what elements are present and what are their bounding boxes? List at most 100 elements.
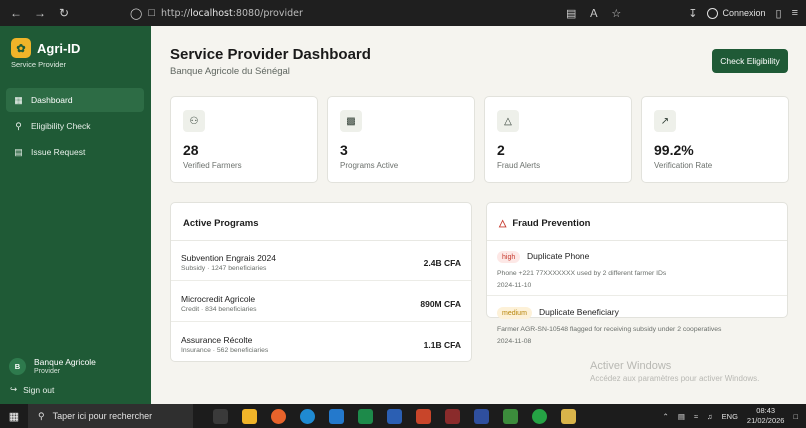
firefox-icon[interactable] bbox=[271, 408, 286, 424]
program-meta: Insurance · 562 beneficiaries bbox=[181, 347, 269, 354]
sign-out-link[interactable]: ↪ Sign out bbox=[10, 384, 54, 395]
fraud-alert-item[interactable]: medium Duplicate Beneficiary Farmer AGR-… bbox=[487, 297, 787, 352]
activation-watermark-title: Activer Windows bbox=[590, 360, 672, 372]
app-icon[interactable] bbox=[474, 408, 489, 424]
download-icon[interactable]: ↧ bbox=[688, 7, 697, 20]
program-amount: 890M CFA bbox=[420, 299, 461, 309]
program-row[interactable]: Microcredit Agricole Credit · 834 benefi… bbox=[171, 282, 471, 322]
user-profile: B Banque Agricole Provider bbox=[9, 357, 96, 375]
translate-icon[interactable]: Ａ bbox=[588, 5, 599, 21]
grid-icon: ▦ bbox=[14, 94, 23, 105]
stat-label: Verification Rate bbox=[654, 161, 713, 170]
sidebar-item-dashboard[interactable]: ▦ Dashboard bbox=[6, 88, 144, 112]
word-icon[interactable] bbox=[387, 408, 402, 424]
sidebar-nav: ▦ Dashboard ⚲ Eligibility Check ▤ Issue … bbox=[6, 88, 144, 166]
language-indicator[interactable]: ENG bbox=[722, 412, 738, 421]
search-icon: ⚲ bbox=[15, 120, 22, 131]
app-icon[interactable] bbox=[445, 408, 460, 424]
program-name: Microcredit Agricole bbox=[181, 294, 256, 304]
back-icon[interactable]: ← bbox=[4, 6, 28, 20]
severity-badge: high bbox=[497, 251, 521, 263]
pinned-apps bbox=[213, 408, 576, 424]
stat-label: Programs Active bbox=[340, 161, 399, 170]
chevron-up-icon[interactable]: ⌃ bbox=[663, 412, 669, 421]
program-row[interactable]: Subvention Engrais 2024 Subsidy · 1247 b… bbox=[171, 241, 471, 281]
fraud-date: 2024-11-08 bbox=[497, 338, 532, 345]
network-icon[interactable]: ▤ bbox=[678, 412, 685, 421]
user-role: Provider bbox=[34, 368, 61, 375]
program-amount: 1.1B CFA bbox=[423, 340, 461, 350]
stat-card-fraud-alerts: △ 2 Fraud Alerts bbox=[484, 96, 632, 183]
taskbar: ▦ ⚲ Taper ici pour rechercher ⌃ ▤ ≈ ♫ EN… bbox=[0, 404, 806, 428]
search-icon: ⚲ bbox=[38, 410, 45, 421]
app-icon[interactable] bbox=[503, 408, 518, 424]
clock[interactable]: 08:43 21/02/2026 bbox=[747, 406, 785, 426]
browser-toolbar: ← → ↻ ◯ □ http://localhost:8080/provider… bbox=[0, 0, 806, 26]
program-name: Subvention Engrais 2024 bbox=[181, 253, 276, 263]
extensions-icon[interactable]: ▯ bbox=[776, 7, 782, 20]
stat-card-verified-farmers: ⚇ 28 Verified Farmers bbox=[170, 96, 318, 183]
users-icon: ⚇ bbox=[183, 110, 205, 132]
wifi-icon[interactable]: ≈ bbox=[694, 412, 698, 421]
active-programs-panel: Active Programs Subvention Engrais 2024 … bbox=[170, 202, 472, 362]
panel-title: △ Fraud Prevention bbox=[499, 218, 591, 229]
file-explorer-icon[interactable] bbox=[242, 408, 257, 424]
task-view-icon[interactable] bbox=[213, 408, 228, 424]
taskbar-search-input[interactable]: ⚲ Taper ici pour rechercher bbox=[28, 404, 193, 428]
address-bar[interactable]: ◯ □ http://localhost:8080/provider bbox=[130, 4, 620, 22]
fraud-alert-item[interactable]: high Duplicate Phone Phone +221 77XXXXXX… bbox=[487, 241, 787, 296]
sidebar-item-label: Dashboard bbox=[31, 95, 73, 105]
check-eligibility-button[interactable]: Check Eligibility bbox=[712, 49, 788, 73]
forward-icon[interactable]: → bbox=[28, 6, 52, 20]
vscode-icon[interactable] bbox=[329, 408, 344, 424]
stat-value: 3 bbox=[340, 142, 348, 158]
sidebar: ✿ Agri-ID Service Provider ▦ Dashboard ⚲… bbox=[0, 26, 151, 404]
app-name: Agri-ID bbox=[37, 40, 81, 56]
trending-up-icon: ↗ bbox=[654, 110, 676, 132]
fraud-date: 2024-11-10 bbox=[497, 282, 532, 289]
panel-title: Active Programs bbox=[183, 218, 259, 229]
app-role: Service Provider bbox=[11, 60, 67, 69]
fraud-description: Phone +221 77XXXXXXX used by 2 different… bbox=[497, 270, 667, 277]
stat-value: 2 bbox=[497, 142, 505, 158]
windows-start-icon[interactable]: ▦ bbox=[0, 410, 28, 423]
alert-triangle-icon: △ bbox=[497, 110, 519, 132]
stat-value: 99.2% bbox=[654, 142, 694, 158]
bookmark-star-icon[interactable]: ☆ bbox=[611, 7, 621, 20]
notification-icon[interactable]: □ bbox=[793, 412, 798, 421]
reader-mode-icon[interactable]: ▤ bbox=[566, 7, 576, 20]
account-icon bbox=[707, 7, 719, 19]
folder-icon[interactable] bbox=[561, 408, 576, 424]
stat-card-programs-active: ▩ 3 Programs Active bbox=[327, 96, 475, 183]
avatar: B bbox=[9, 357, 26, 375]
main-content: Service Provider Dashboard Banque Agrico… bbox=[151, 26, 806, 404]
page-subtitle: Banque Agricole du Sénégal bbox=[170, 66, 290, 77]
volume-icon[interactable]: ♫ bbox=[707, 412, 713, 421]
program-row[interactable]: Assurance Récolte Insurance · 562 benefi… bbox=[171, 323, 471, 363]
program-amount: 2.4B CFA bbox=[423, 258, 461, 268]
connexion-button[interactable]: Connexion bbox=[707, 7, 766, 19]
page-icon: □ bbox=[148, 7, 155, 19]
fraud-title: Duplicate Beneficiary bbox=[539, 307, 619, 317]
fraud-title: Duplicate Phone bbox=[527, 251, 590, 261]
sidebar-item-eligibility-check[interactable]: ⚲ Eligibility Check bbox=[6, 114, 144, 138]
leaf-logo-icon: ✿ bbox=[11, 38, 31, 58]
reload-icon[interactable]: ↻ bbox=[52, 6, 76, 20]
activation-watermark-text: Accédez aux paramètres pour activer Wind… bbox=[590, 374, 760, 383]
excel-icon[interactable] bbox=[358, 408, 373, 424]
shield-icon: ◯ bbox=[130, 7, 143, 20]
fraud-prevention-panel: △ Fraud Prevention high Duplicate Phone … bbox=[486, 202, 788, 345]
user-name: Banque Agricole bbox=[34, 357, 96, 367]
alert-triangle-icon: △ bbox=[499, 218, 507, 229]
sidebar-item-label: Eligibility Check bbox=[31, 121, 91, 131]
stat-label: Verified Farmers bbox=[183, 161, 242, 170]
document-icon: ▤ bbox=[14, 146, 23, 157]
url-text[interactable]: http://localhost:8080/provider bbox=[161, 8, 303, 19]
program-meta: Subsidy · 1247 beneficiaries bbox=[181, 265, 267, 272]
whatsapp-icon[interactable] bbox=[532, 408, 547, 424]
stat-label: Fraud Alerts bbox=[497, 161, 541, 170]
powerpoint-icon[interactable] bbox=[416, 408, 431, 424]
sidebar-item-issue-request[interactable]: ▤ Issue Request bbox=[6, 140, 144, 164]
menu-icon[interactable]: ≡ bbox=[792, 7, 798, 19]
edge-icon[interactable] bbox=[300, 408, 315, 424]
